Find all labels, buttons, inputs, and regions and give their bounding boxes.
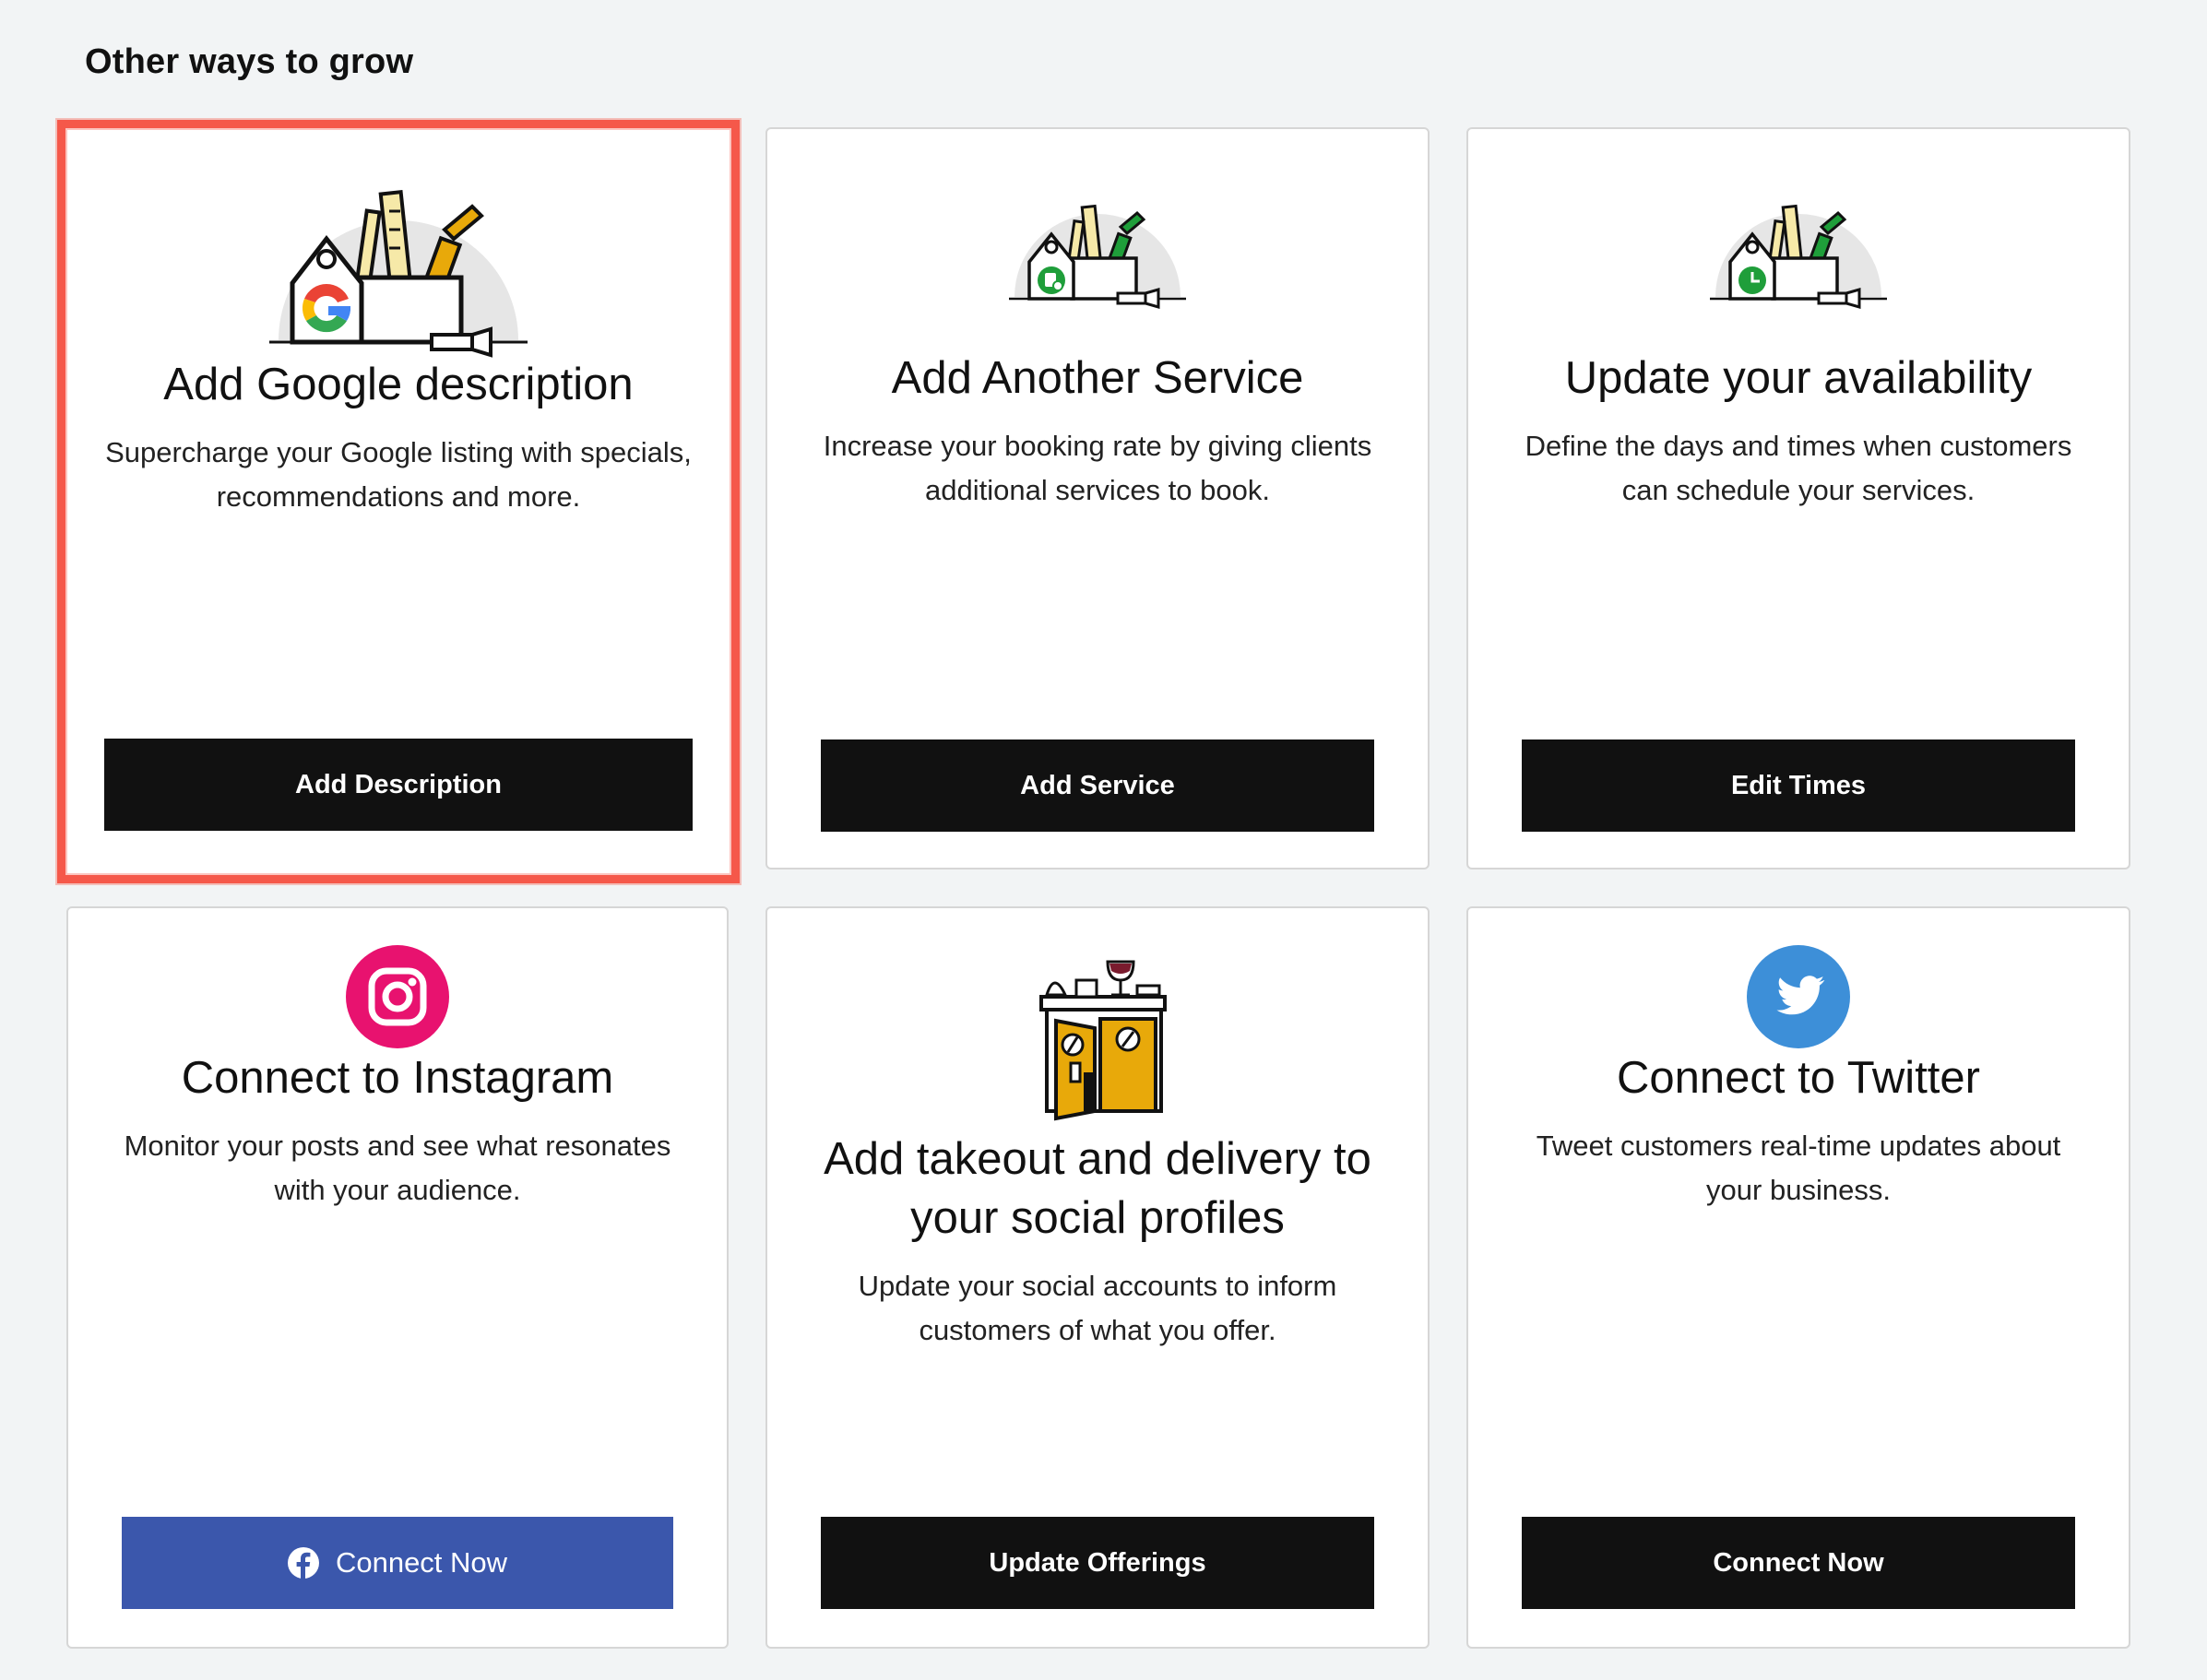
card-add-service: Add Another Service Increase your bookin…	[765, 127, 1430, 870]
button-label: Connect Now	[335, 1546, 508, 1579]
add-service-button[interactable]: Add Service	[821, 739, 1374, 832]
card-title: Connect to Instagram	[181, 1053, 614, 1103]
toolbox-clock-icon	[1710, 204, 1887, 309]
toolbox-google-icon	[269, 190, 528, 358]
facebook-icon	[287, 1547, 319, 1579]
card-description: Increase your booking rate by giving cli…	[823, 430, 1372, 506]
instagram-icon[interactable]	[346, 945, 449, 1048]
toolbox-service-icon	[1009, 204, 1186, 309]
card-connect-twitter: Connect to Twitter Tweet customers real-…	[1466, 906, 2130, 1649]
card-title: Add Google description	[163, 360, 634, 409]
card-description: Tweet customers real-time updates about …	[1536, 1130, 2061, 1206]
connect-instagram-button[interactable]: Connect Now	[122, 1517, 673, 1609]
card-description: Define the days and times when customers…	[1525, 430, 2072, 506]
card-title: Update your availability	[1564, 353, 2033, 403]
card-update-availability: Update your availability Define the days…	[1466, 127, 2130, 870]
card-connect-instagram: Connect to Instagram Monitor your posts …	[66, 906, 729, 1649]
card-title: Add Another Service	[891, 353, 1304, 403]
card-title: Connect to Twitter	[1616, 1053, 1980, 1103]
card-description: Monitor your posts and see what resonate…	[124, 1130, 671, 1206]
takeout-storefront-icon	[1039, 960, 1167, 1121]
card-takeout-delivery: Add takeout and delivery to your social …	[765, 906, 1430, 1649]
twitter-icon[interactable]	[1747, 945, 1850, 1048]
connect-twitter-button[interactable]: Connect Now	[1522, 1517, 2075, 1609]
card-google-description: Add Google description Supercharge your …	[57, 120, 740, 883]
section-title: Other ways to grow	[85, 42, 414, 81]
card-title: Add takeout and delivery to your social …	[824, 1134, 1371, 1243]
card-description: Supercharge your Google listing with spe…	[105, 436, 692, 513]
add-description-button[interactable]: Add Description	[104, 739, 693, 831]
card-description: Update your social accounts to inform cu…	[858, 1270, 1337, 1346]
edit-times-button[interactable]: Edit Times	[1522, 739, 2075, 832]
update-offerings-button[interactable]: Update Offerings	[821, 1517, 1374, 1609]
